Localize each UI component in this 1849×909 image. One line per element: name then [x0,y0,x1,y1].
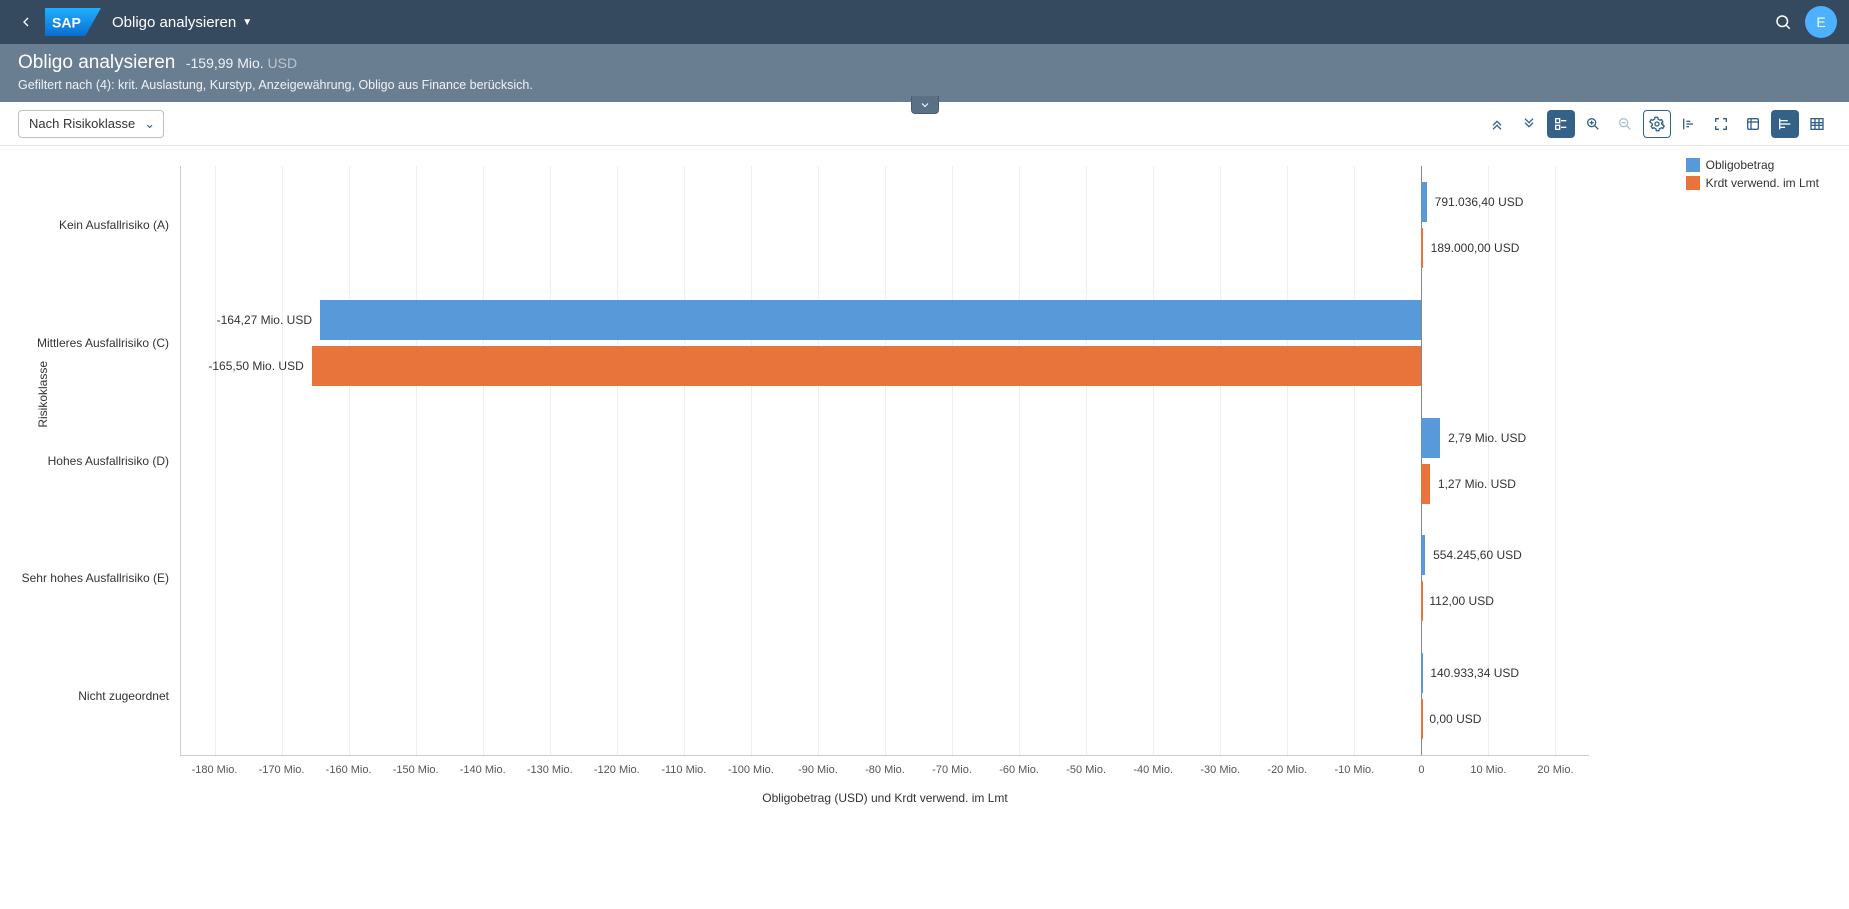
header-expand-button[interactable] [911,96,939,114]
chart-view-icon[interactable] [1771,110,1799,138]
drill-up-icon[interactable] [1483,110,1511,138]
x-tick-label: -90 Mio. [798,764,838,776]
user-avatar[interactable]: E [1805,6,1837,38]
app-title-menu[interactable]: Obligo analysieren ▼ [112,14,252,31]
x-tick-label: -160 Mio. [326,764,372,776]
caret-down-icon: ▼ [242,17,252,28]
legend-swatch-obligobetrag [1686,158,1700,172]
bar-value-label: -165,50 Mio. USD [208,359,303,373]
bar[interactable] [1421,182,1426,222]
zoom-in-icon[interactable] [1579,110,1607,138]
y-axis-title: Risikoklasse [36,360,50,427]
back-button[interactable] [12,8,40,36]
table-view-icon[interactable] [1803,110,1831,138]
chart-area: Obligobetrag Krdt verwend. im Lmt Risiko… [0,146,1849,909]
x-tick-label: -140 Mio. [460,764,506,776]
x-tick-label: -70 Mio. [932,764,972,776]
bar-value-label: 0,00 USD [1429,712,1481,726]
bar-value-label: -164,27 Mio. USD [217,313,312,327]
x-tick-label: -150 Mio. [393,764,439,776]
bar-value-label: 2,79 Mio. USD [1448,431,1526,445]
bar[interactable] [1421,653,1423,693]
bar-value-label: 1,27 Mio. USD [1438,477,1516,491]
x-tick-label: -40 Mio. [1133,764,1173,776]
x-tick-label: -180 Mio. [192,764,238,776]
jump-to-icon[interactable] [1675,110,1703,138]
chevron-down-icon: ⌄ [144,116,155,132]
x-tick-label: -110 Mio. [661,764,706,776]
legend-swatch-kredit [1686,176,1700,190]
bookmark-icon[interactable] [1739,110,1767,138]
svg-text:SAP: SAP [52,14,81,30]
bar[interactable] [320,300,1421,340]
bar[interactable] [1421,464,1430,504]
x-tick-label: 10 Mio. [1470,764,1506,776]
bar-value-label: 791.036,40 USD [1435,195,1524,209]
dimension-dropdown[interactable]: Nach Risikoklasse ⌄ [18,110,164,138]
x-tick-label: -100 Mio. [728,764,774,776]
bar-value-label: 112,00 USD [1429,594,1493,608]
bar-value-label: 189.000,00 USD [1431,241,1520,255]
category-label: Nicht zugeordnet [11,689,181,703]
chart-legend: Obligobetrag Krdt verwend. im Lmt [1686,158,1819,194]
app-title-text: Obligo analysieren [112,14,236,31]
toggle-legend-icon[interactable] [1547,110,1575,138]
chart-plot[interactable]: Risikoklasse Obligobetrag (USD) und Krdt… [180,166,1589,756]
x-tick-label: -170 Mio. [259,764,305,776]
x-tick-label: -80 Mio. [865,764,905,776]
x-tick-label: -30 Mio. [1200,764,1240,776]
x-tick-label: -50 Mio. [1066,764,1106,776]
bar[interactable] [1421,535,1425,575]
x-axis-title: Obligobetrag (USD) und Krdt verwend. im … [762,791,1007,805]
bar[interactable] [1421,418,1440,458]
zoom-out-icon [1611,110,1639,138]
x-tick-label: -20 Mio. [1267,764,1307,776]
bar-value-label: 554.245,60 USD [1433,548,1522,562]
category-label: Mittleres Ausfallrisiko (C) [11,336,181,350]
settings-icon[interactable] [1643,110,1671,138]
filter-summary: Gefiltert nach (4): krit. Auslastung, Ku… [18,78,1831,92]
page-kpi: -159,99 Mio. USD [186,55,297,71]
bar[interactable] [312,346,1422,386]
category-label: Hohes Ausfallrisiko (D) [11,454,181,468]
bar[interactable] [1421,699,1423,739]
x-tick-label: 20 Mio. [1537,764,1573,776]
shell-header: SAP Obligo analysieren ▼ E [0,0,1849,44]
bar[interactable] [1421,228,1423,268]
category-label: Sehr hohes Ausfallrisiko (E) [11,571,181,585]
bar[interactable] [1421,581,1423,621]
bar-value-label: 140.933,34 USD [1430,666,1519,680]
x-tick-label: -10 Mio. [1334,764,1374,776]
sap-logo: SAP [44,10,102,34]
page-subheader: Obligo analysieren -159,99 Mio. USD Gefi… [0,44,1849,102]
x-tick-label: -130 Mio. [527,764,573,776]
page-title: Obligo analysieren [18,52,175,73]
search-icon[interactable] [1767,6,1799,38]
drill-down-icon[interactable] [1515,110,1543,138]
category-label: Kein Ausfallrisiko (A) [11,218,181,232]
x-tick-label: 0 [1418,764,1424,776]
x-tick-label: -120 Mio. [594,764,640,776]
fullscreen-icon[interactable] [1707,110,1735,138]
x-tick-label: -60 Mio. [999,764,1039,776]
